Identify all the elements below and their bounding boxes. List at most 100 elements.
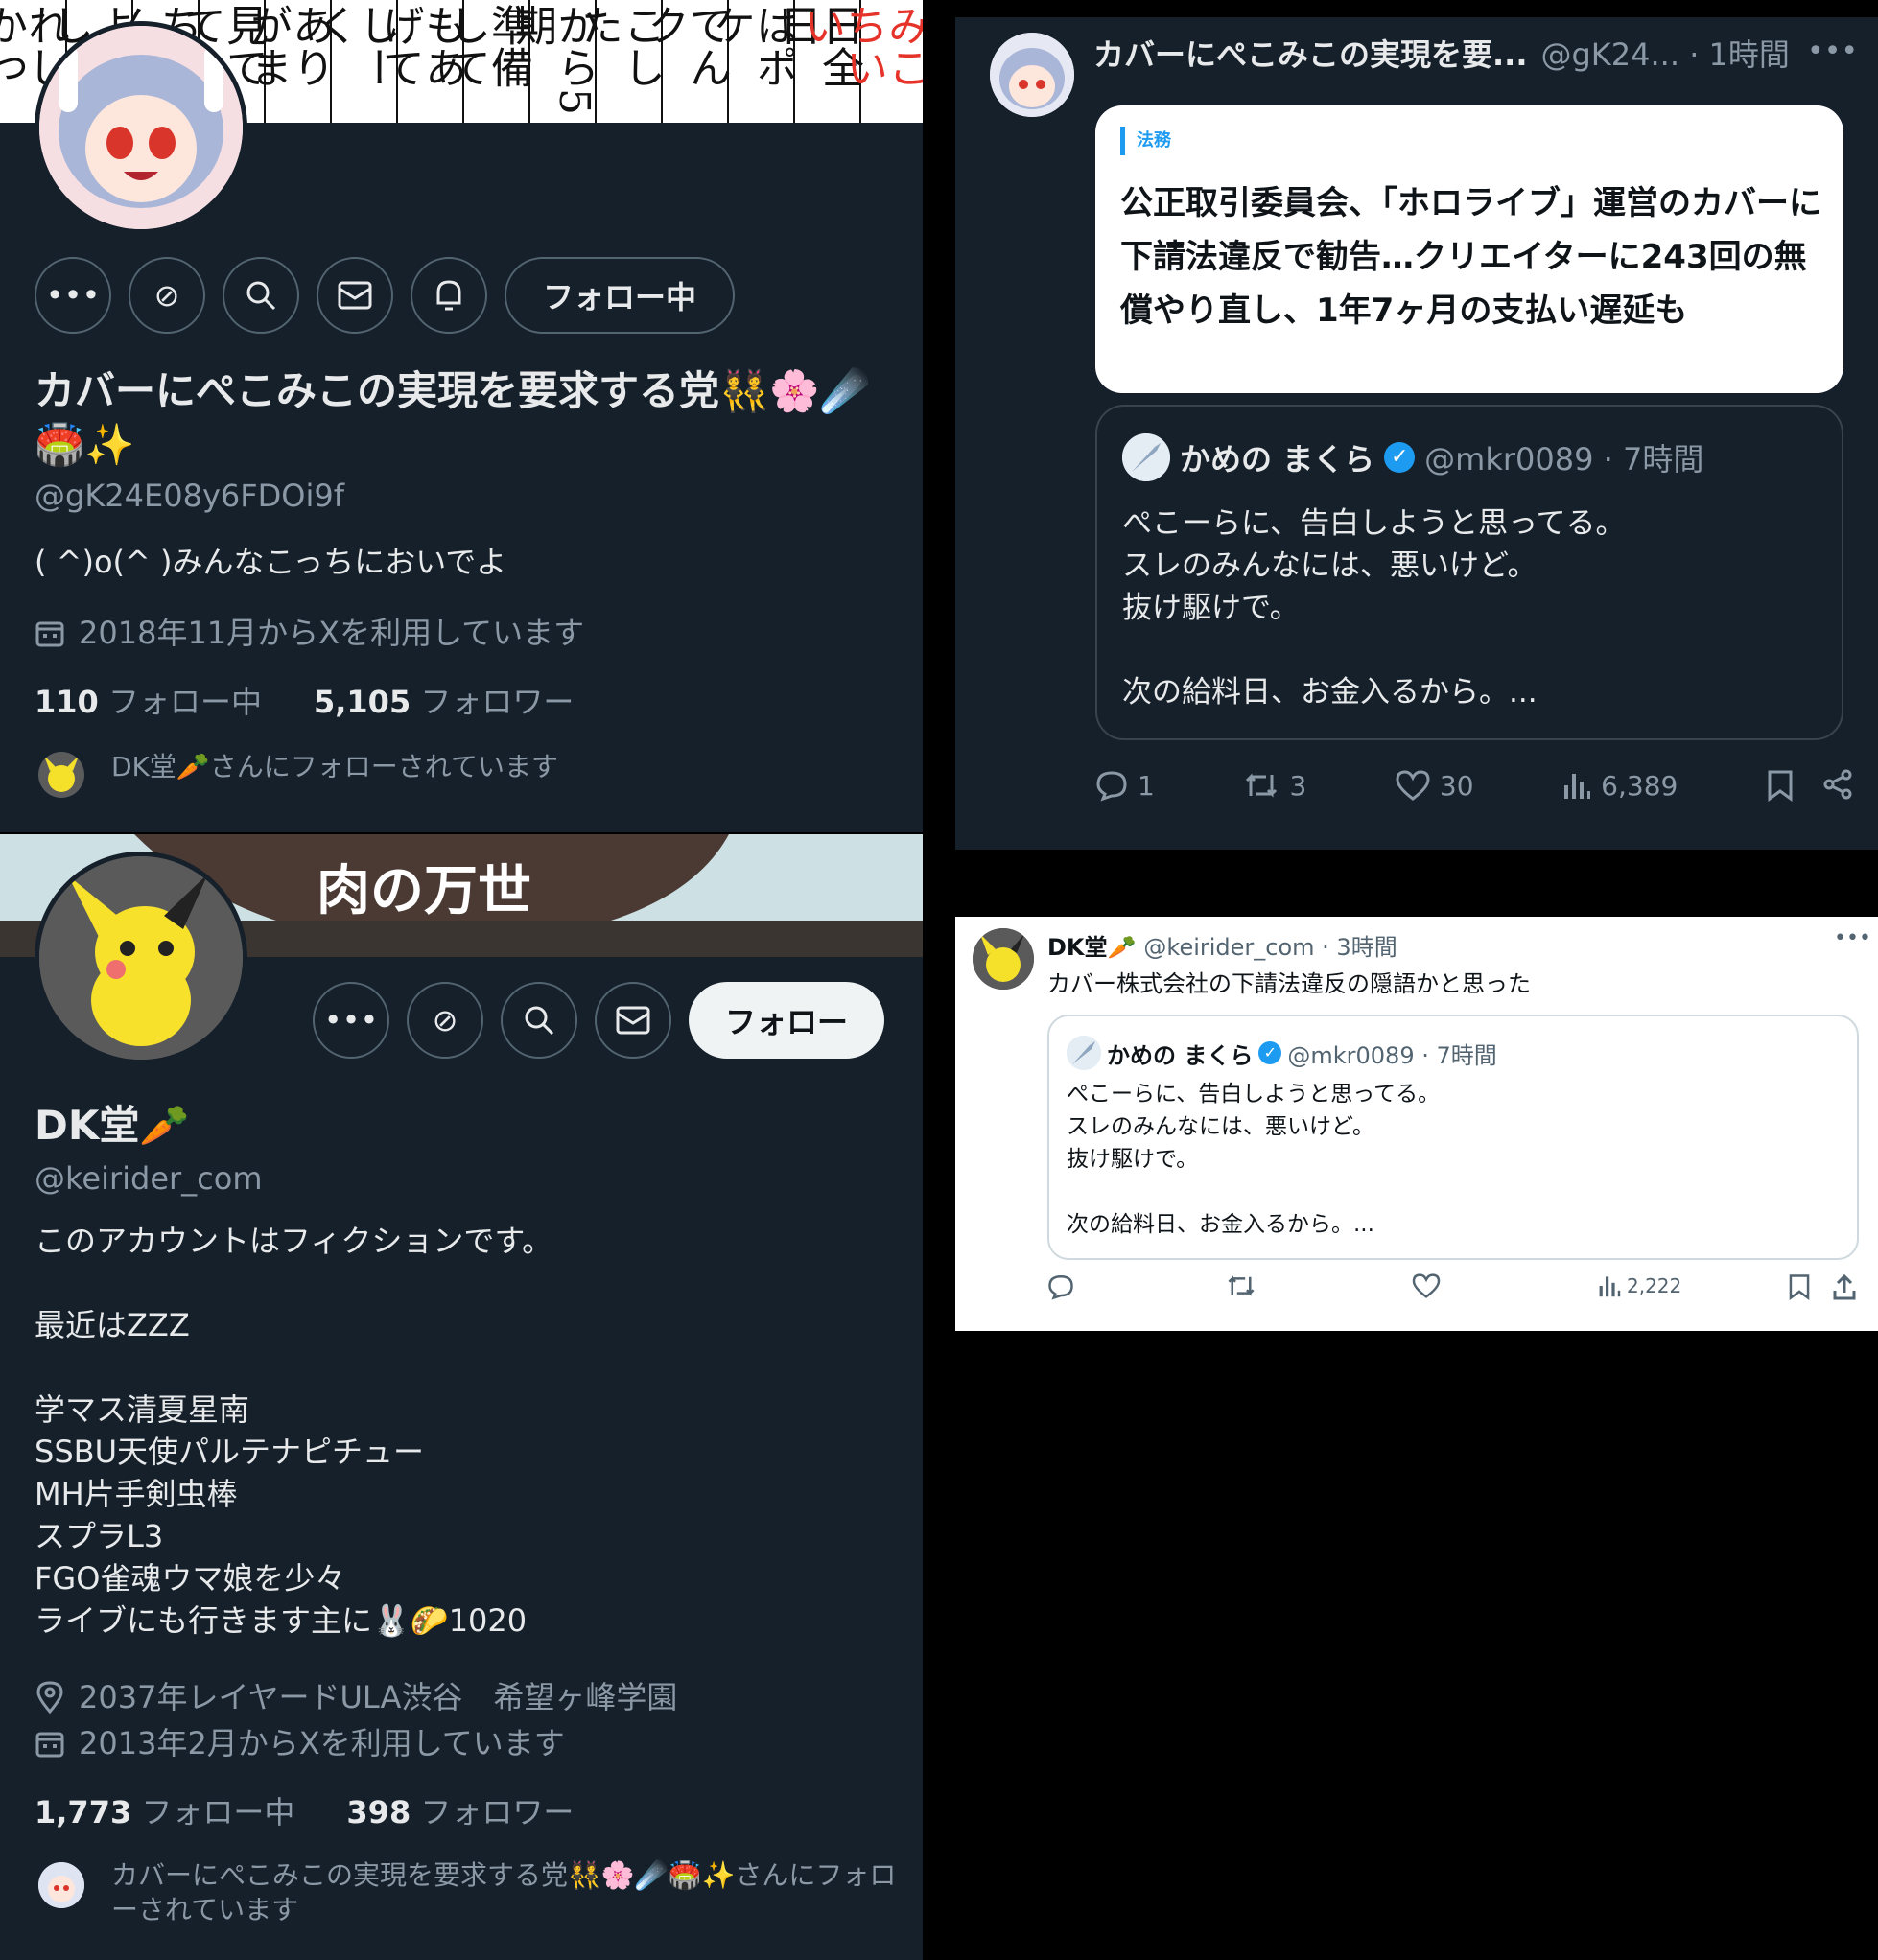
share-icon[interactable] xyxy=(1822,769,1853,800)
pichu-avatar-icon xyxy=(973,928,1034,990)
quoted-header: かめの まくら ✓ @mkr0089 · 7時間 xyxy=(1067,1036,1497,1070)
reply-button[interactable]: 1 xyxy=(1095,769,1155,802)
grok-icon: ⊘ xyxy=(153,277,180,314)
text-line: 抜け駆けで。 xyxy=(1067,1147,1199,1172)
tweet-actions: 1 3 30 6,389 xyxy=(1095,769,1853,802)
more-button[interactable]: ••• xyxy=(313,982,389,1059)
banner-sign-text: 肉の万世 xyxy=(317,859,531,922)
following-link[interactable]: 1,773 フォロー中 xyxy=(35,1791,294,1833)
text-line: 抜け駆けで。 xyxy=(1122,591,1300,625)
location-pin-icon xyxy=(36,1681,63,1714)
heart-icon[interactable] xyxy=(1412,1273,1441,1298)
repost-icon[interactable] xyxy=(1226,1273,1256,1298)
repost-button[interactable]: 3 xyxy=(1243,770,1306,802)
follow-button[interactable]: フォロー xyxy=(689,982,885,1059)
text-line xyxy=(35,1346,898,1388)
profile-avatar[interactable] xyxy=(35,21,247,234)
followers-link[interactable]: 5,105 フォロワー xyxy=(314,681,574,723)
quoted-header: かめの まくら ✓ @mkr0089 · 7時間 xyxy=(1122,433,1703,481)
search-button[interactable] xyxy=(223,257,299,334)
grok-button[interactable]: ⊘ xyxy=(407,982,483,1059)
text-line: MH片手剣虫棒 xyxy=(35,1476,238,1512)
join-date-text: 2013年2月からXを利用しています xyxy=(79,1725,565,1762)
profile-panel-dk: 肉の万世 ••• ⊘ フォロー DK堂🥕 @keirider_com このアカウ… xyxy=(0,834,923,1960)
pichu-figure-avatar-icon xyxy=(39,856,243,1060)
views-chart-icon xyxy=(1599,1276,1621,1297)
views-button[interactable]: 2,222 xyxy=(1598,1273,1681,1298)
tweet-more-icon[interactable]: ••• xyxy=(1807,35,1858,68)
profile-avatar[interactable] xyxy=(35,852,247,1064)
tweet-panel-dark: カバーにぺこみこの実現を要... @gK24... · 1時間 ••• 法務 公… xyxy=(955,17,1878,850)
tweet-author-avatar[interactable] xyxy=(990,33,1074,117)
user-handle: @keirider_com xyxy=(35,1160,263,1197)
reply-icon[interactable] xyxy=(1047,1273,1074,1300)
text-line: ライブにも行きます主に🐰🌮1020 xyxy=(35,1602,528,1639)
text-line: ぺこーらに、告白しようと思ってる。 xyxy=(1122,506,1626,541)
quoted-author-avatar xyxy=(1067,1036,1101,1070)
text-line: SSBU天使パルテナピチュー xyxy=(35,1434,425,1470)
follower-avatar-party[interactable] xyxy=(38,1862,84,1908)
message-button[interactable] xyxy=(595,982,671,1059)
notification-bell-icon xyxy=(436,280,461,311)
verified-badge-icon: ✓ xyxy=(1258,1041,1282,1064)
quoted-tweet[interactable]: かめの まくら ✓ @mkr0089 · 7時間 ぺこーらに、告白しようと思って… xyxy=(1095,405,1843,740)
search-icon xyxy=(525,1006,554,1036)
text-line: 次の給料日、お金入るから。... xyxy=(1122,675,1538,710)
like-button[interactable]: 30 xyxy=(1396,770,1474,802)
search-icon xyxy=(246,281,276,311)
quoted-tweet[interactable]: かめの まくら ✓ @mkr0089 · 7時間 ぺこーらに、告白しようと思って… xyxy=(1047,1015,1859,1260)
followed-by-text: DK堂🥕さんにフォローされています xyxy=(111,751,558,782)
tweet-author-name[interactable]: DK堂🥕 xyxy=(1047,928,1136,962)
repost-icon xyxy=(1246,773,1278,798)
news-link-card[interactable]: 法務 公正取引委員会、「ホロライブ」運営のカバーに下請法違反で勧告…クリエイター… xyxy=(1095,105,1843,393)
profile-bio: このアカウントはフィクションです。 最近はZZZ 学マス清夏星南 SSBU天使パル… xyxy=(35,1220,898,1642)
join-date: 2018年11月からXを利用しています xyxy=(35,612,584,654)
more-button[interactable]: ••• xyxy=(35,257,111,334)
tweet-author-avatar[interactable] xyxy=(973,928,1034,990)
rocket-avatar-icon xyxy=(1122,433,1170,481)
quoted-author-name: かめの まくら xyxy=(1107,1041,1254,1069)
views-button[interactable]: 6,389 xyxy=(1562,770,1678,802)
following-link[interactable]: 110 フォロー中 xyxy=(35,681,262,723)
followers-link[interactable]: 398 フォロワー xyxy=(346,1791,574,1833)
quoted-text: ぺこーらに、告白しようと思ってる。 スレのみんなには、悪いけど。 抜け駆けで。 次の… xyxy=(1122,502,1626,713)
notify-button[interactable] xyxy=(411,257,487,334)
message-icon xyxy=(616,1006,650,1035)
tweet-more-icon[interactable]: ••• xyxy=(1834,926,1871,950)
bookmark-icon[interactable] xyxy=(1788,1273,1811,1300)
grok-button[interactable]: ⊘ xyxy=(129,257,205,334)
more-icon: ••• xyxy=(45,277,101,314)
display-name: DK堂🥕 xyxy=(35,1102,190,1149)
profile-panel-party: れしかったよろしくちゃん見ててありがましーくもあげて準備してから5期こしたてんク… xyxy=(0,0,923,832)
tweet-header: カバーにぺこみこの実現を要... @gK24... · 1時間 xyxy=(1093,31,1790,75)
more-icon: ••• xyxy=(323,1002,379,1038)
profile-bio: ( ^)o(^ )みんなこっちにおいでよ xyxy=(35,544,507,580)
tweet-panel-light: DK堂🥕 @keirider_com · 3時間 ••• カバー株式会社の下請法… xyxy=(955,917,1878,1331)
bunny-girl-avatar-icon xyxy=(38,1862,84,1908)
following-button[interactable]: フォロー中 xyxy=(505,257,736,334)
calendar-icon xyxy=(35,1732,64,1758)
tweet-author-name[interactable]: カバーにぺこみこの実現を要... xyxy=(1093,31,1527,75)
follower-avatar-pichu[interactable] xyxy=(38,752,84,798)
bunny-girl-avatar-icon xyxy=(990,33,1074,117)
text-line: 次の給料日、お金入るから。... xyxy=(1067,1212,1374,1237)
bunny-girl-avatar-icon xyxy=(39,26,243,229)
upload-share-icon[interactable] xyxy=(1832,1273,1857,1300)
search-button[interactable] xyxy=(501,982,577,1059)
news-headline: 公正取引委員会、「ホロライブ」運営のカバーに下請法違反で勧告…クリエイターに24… xyxy=(1120,184,1821,330)
news-category: 法務 xyxy=(1120,127,1171,155)
quoted-author-avatar xyxy=(1122,433,1170,481)
text-line: スプラL3 xyxy=(35,1518,164,1554)
tweet-text: カバー株式会社の下請法違反の隠語かと思った xyxy=(1047,970,1531,997)
text-line: このアカウントはフィクションです。 xyxy=(35,1223,553,1259)
join-date-text: 2018年11月からXを利用しています xyxy=(79,615,585,651)
message-button[interactable] xyxy=(317,257,393,334)
views-chart-icon xyxy=(1564,774,1591,799)
bookmark-icon[interactable] xyxy=(1767,769,1794,802)
text-line xyxy=(1122,629,1626,671)
join-date: 2013年2月からXを利用しています xyxy=(35,1722,565,1764)
user-handle: @gK24E08y6FDOi9f xyxy=(35,478,344,514)
followed-by-text: カバーにぺこみこの実現を要求する党👯🌸☄️🏟️✨さんにフォローされています xyxy=(111,1859,897,1925)
rocket-avatar-icon xyxy=(1067,1036,1101,1070)
grok-icon: ⊘ xyxy=(432,1002,458,1038)
